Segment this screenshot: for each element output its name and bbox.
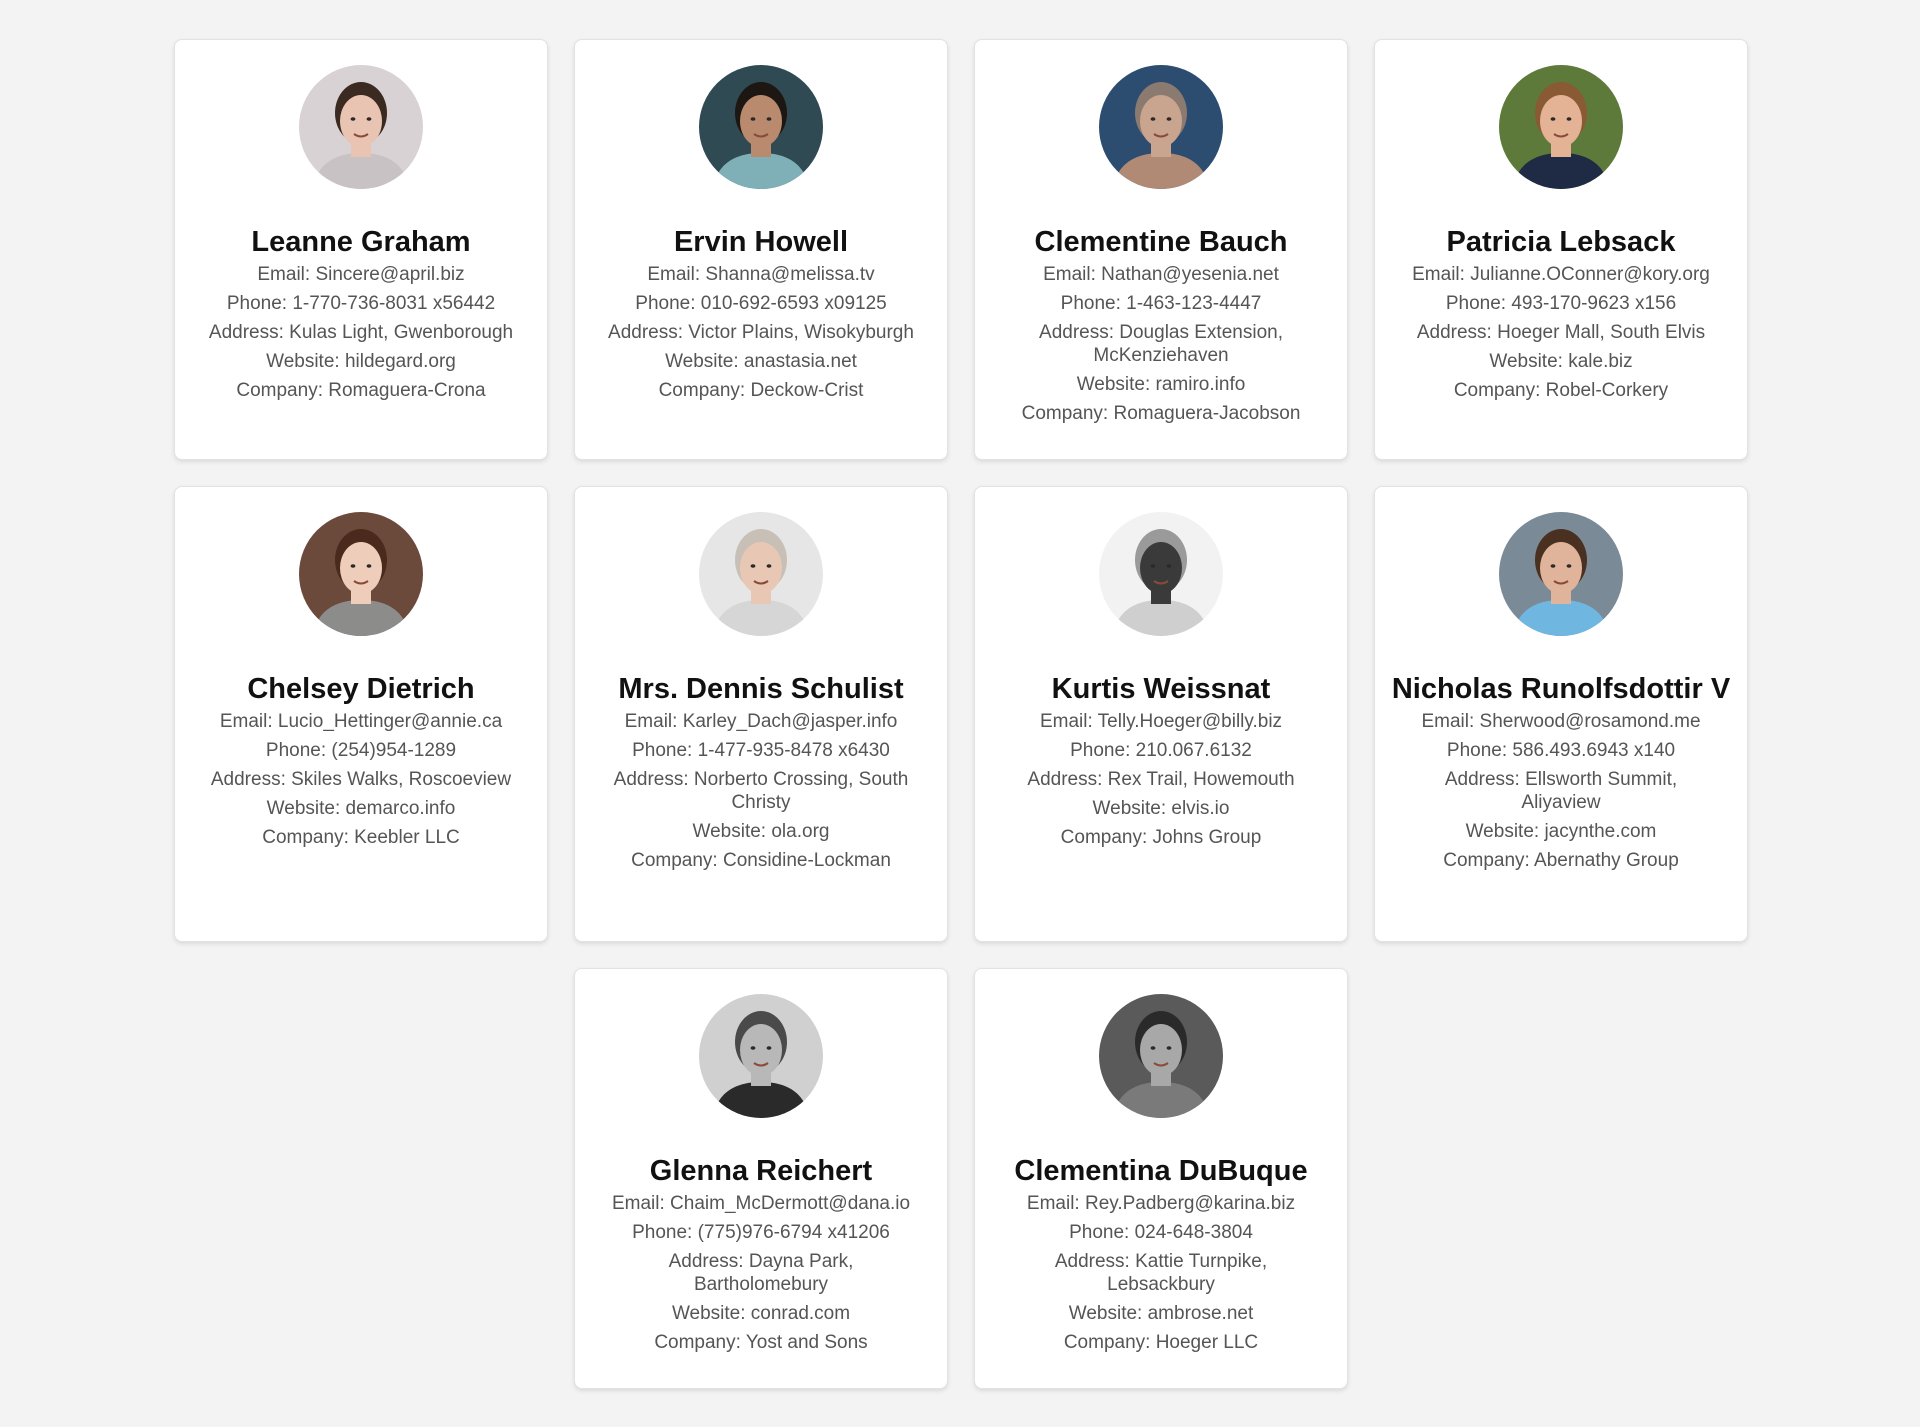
user-company: Company: Romaguera-Jacobson (1021, 403, 1301, 424)
user-email: Email: Telly.Hoeger@billy.biz (1039, 711, 1283, 732)
avatar (699, 512, 823, 636)
user-website: Website: elvis.io (1092, 798, 1230, 819)
user-website: Website: conrad.com (671, 1303, 851, 1324)
user-phone: Phone: 1-463-123-4447 (1060, 293, 1262, 314)
avatar (699, 65, 823, 189)
user-name: Leanne Graham (251, 226, 471, 258)
user-company: Company: Yost and Sons (654, 1332, 868, 1353)
user-name: Mrs. Dennis Schulist (618, 673, 904, 705)
user-name: Chelsey Dietrich (247, 673, 475, 705)
user-website: Website: ambrose.net (1068, 1303, 1254, 1324)
user-address: Address: Kulas Light, Gwenborough (208, 322, 514, 343)
user-name: Glenna Reichert (649, 1155, 873, 1187)
user-company: Company: Robel-Corkery (1453, 380, 1669, 401)
user-name: Kurtis Weissnat (1051, 673, 1271, 705)
user-name: Ervin Howell (673, 226, 849, 258)
user-email: Email: Sincere@april.biz (257, 264, 465, 285)
portrait-image (299, 512, 423, 636)
user-card: Clementina DuBuque Email: Rey.Padberg@ka… (974, 968, 1348, 1389)
user-address: Address: Rex Trail, Howemouth (1027, 769, 1295, 790)
avatar (1499, 512, 1623, 636)
user-company: Company: Considine-Lockman (631, 850, 891, 871)
user-website: Website: jacynthe.com (1465, 821, 1657, 842)
user-address: Address: Hoeger Mall, South Elvis (1416, 322, 1706, 343)
user-email: Email: Karley_Dach@jasper.info (624, 711, 898, 732)
user-phone: Phone: 010-692-6593 x09125 (635, 293, 887, 314)
user-phone: Phone: 493-170-9623 x156 (1445, 293, 1677, 314)
portrait-image (1499, 65, 1623, 189)
user-website: Website: anastasia.net (665, 351, 857, 372)
user-website: Website: hildegard.org (266, 351, 456, 372)
user-address: Address: Norberto Crossing, South Christ… (613, 769, 909, 813)
user-name: Clementina DuBuque (1014, 1155, 1308, 1187)
user-phone: Phone: 1-477-935-8478 x6430 (632, 740, 890, 761)
user-card: Leanne Graham Email: Sincere@april.biz P… (174, 39, 548, 460)
user-address: Address: Douglas Extension, McKenziehave… (1039, 322, 1283, 366)
user-name: Clementine Bauch (1034, 226, 1288, 258)
user-phone: Phone: 210.067.6132 (1070, 740, 1252, 761)
user-card: Nicholas Runolfsdottir V Email: Sherwood… (1374, 486, 1748, 942)
avatar (1099, 994, 1223, 1118)
user-phone: Phone: 024-648-3804 (1069, 1222, 1253, 1243)
user-card: Ervin Howell Email: Shanna@melissa.tv Ph… (574, 39, 948, 460)
avatar (1099, 65, 1223, 189)
user-address: Address: Skiles Walks, Roscoeview (210, 769, 512, 790)
user-name: Nicholas Runolfsdottir V (1391, 673, 1731, 705)
portrait-image (699, 65, 823, 189)
portrait-image (1099, 994, 1223, 1118)
user-phone: Phone: 1-770-736-8031 x56442 (226, 293, 496, 314)
user-card: Mrs. Dennis Schulist Email: Karley_Dach@… (574, 486, 948, 942)
user-phone: Phone: (775)976-6794 x41206 (632, 1222, 890, 1243)
user-card: Glenna Reichert Email: Chaim_McDermott@d… (574, 968, 948, 1389)
user-company: Company: Deckow-Crist (658, 380, 864, 401)
user-company: Company: Romaguera-Crona (236, 380, 486, 401)
user-company: Company: Abernathy Group (1443, 850, 1679, 871)
user-phone: Phone: (254)954-1289 (265, 740, 457, 761)
user-card: Clementine Bauch Email: Nathan@yesenia.n… (974, 39, 1348, 460)
user-website: Website: demarco.info (266, 798, 456, 819)
avatar (1499, 65, 1623, 189)
user-email: Email: Chaim_McDermott@dana.io (611, 1193, 911, 1214)
user-website: Website: ola.org (692, 821, 830, 842)
user-email: Email: Lucio_Hettinger@annie.ca (219, 711, 503, 732)
user-address: Address: Victor Plains, Wisokyburgh (608, 322, 914, 343)
user-card: Kurtis Weissnat Email: Telly.Hoeger@bill… (974, 486, 1348, 942)
user-company: Company: Keebler LLC (262, 827, 460, 848)
user-website: Website: ramiro.info (1076, 374, 1246, 395)
portrait-image (299, 65, 423, 189)
user-company: Company: Johns Group (1060, 827, 1262, 848)
portrait-image (1099, 512, 1223, 636)
user-address: Address: Kattie Turnpike, Lebsackbury (1054, 1251, 1268, 1295)
user-card: Patricia Lebsack Email: Julianne.OConner… (1374, 39, 1748, 460)
user-name: Patricia Lebsack (1446, 226, 1676, 258)
portrait-image (1099, 65, 1223, 189)
portrait-image (1499, 512, 1623, 636)
user-email: Email: Shanna@melissa.tv (647, 264, 875, 285)
user-phone: Phone: 586.493.6943 x140 (1446, 740, 1676, 761)
user-company: Company: Hoeger LLC (1063, 1332, 1259, 1353)
user-card: Chelsey Dietrich Email: Lucio_Hettinger@… (174, 486, 548, 942)
user-email: Email: Rey.Padberg@karina.biz (1026, 1193, 1296, 1214)
portrait-image (699, 512, 823, 636)
avatar (699, 994, 823, 1118)
avatar (299, 65, 423, 189)
avatar (299, 512, 423, 636)
user-card-grid: Leanne Graham Email: Sincere@april.biz P… (0, 0, 1920, 1427)
user-website: Website: kale.biz (1489, 351, 1633, 372)
user-email: Email: Julianne.OConner@kory.org (1412, 264, 1710, 285)
user-email: Email: Sherwood@rosamond.me (1421, 711, 1701, 732)
user-address: Address: Dayna Park, Bartholomebury (668, 1251, 854, 1295)
user-email: Email: Nathan@yesenia.net (1043, 264, 1279, 285)
portrait-image (699, 994, 823, 1118)
avatar (1099, 512, 1223, 636)
user-address: Address: Ellsworth Summit, Aliyaview (1444, 769, 1678, 813)
